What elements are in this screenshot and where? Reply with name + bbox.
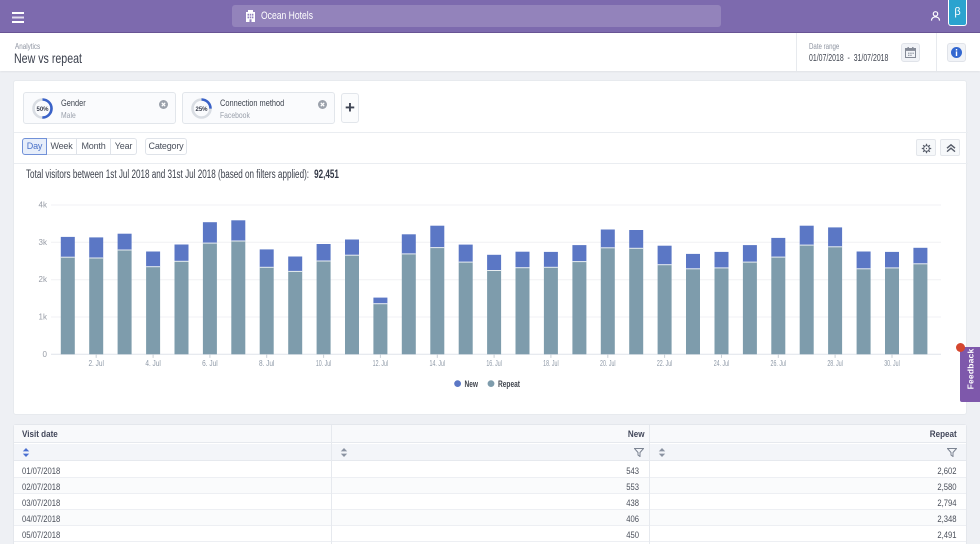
svg-text:New: New bbox=[465, 379, 479, 389]
svg-text:2. Jul: 2. Jul bbox=[88, 359, 104, 368]
svg-text:28. Jul: 28. Jul bbox=[827, 359, 843, 368]
svg-text:Repeat: Repeat bbox=[498, 379, 520, 389]
svg-text:26. Jul: 26. Jul bbox=[771, 359, 787, 368]
svg-text:4. Jul: 4. Jul bbox=[145, 359, 161, 368]
svg-text:0: 0 bbox=[43, 350, 48, 359]
svg-text:3k: 3k bbox=[39, 238, 48, 247]
svg-text:24. Jul: 24. Jul bbox=[714, 359, 730, 368]
svg-text:18. Jul: 18. Jul bbox=[543, 359, 559, 368]
svg-text:50%: 50% bbox=[36, 107, 49, 113]
svg-text:20. Jul: 20. Jul bbox=[600, 359, 616, 368]
svg-text:14. Jul: 14. Jul bbox=[430, 359, 446, 368]
svg-text:22. Jul: 22. Jul bbox=[657, 359, 673, 368]
svg-text:8. Jul: 8. Jul bbox=[259, 359, 275, 368]
svg-text:4k: 4k bbox=[39, 201, 48, 210]
svg-text:12. Jul: 12. Jul bbox=[373, 359, 389, 368]
svg-text:25%: 25% bbox=[195, 107, 208, 113]
svg-text:6. Jul: 6. Jul bbox=[202, 359, 218, 368]
svg-text:2k: 2k bbox=[39, 275, 48, 284]
svg-text:16. Jul: 16. Jul bbox=[486, 359, 502, 368]
svg-text:30. Jul: 30. Jul bbox=[884, 359, 900, 368]
svg-text:10. Jul: 10. Jul bbox=[316, 359, 332, 368]
svg-text:1k: 1k bbox=[39, 313, 48, 322]
